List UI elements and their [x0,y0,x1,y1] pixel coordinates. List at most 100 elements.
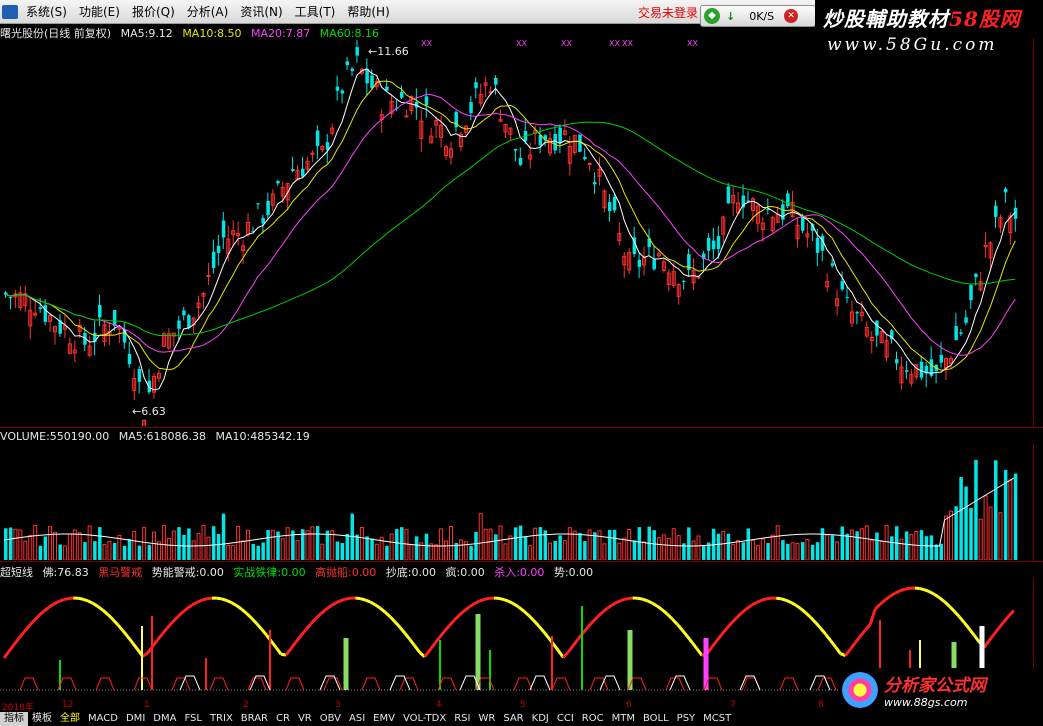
indicator-wave [854,635,862,644]
volume-bar [48,526,53,560]
volume-bar [325,530,330,560]
menu-analysis[interactable]: 分析(A) [181,1,235,23]
tab-brar[interactable]: BRAR [237,712,272,726]
indicator-wave [448,618,456,627]
tab-cr[interactable]: CR [272,712,294,726]
indicator-wave [106,613,114,621]
indicator-wave [542,630,550,639]
candle-body [518,157,523,165]
indicator-wave [814,621,822,630]
tab-mcst[interactable]: MCST [699,712,735,726]
volume-bar [770,534,775,560]
candle-body [830,263,835,266]
candle-body [301,168,305,177]
volume-bar [58,544,62,560]
tab-[interactable]: 全部 [56,712,84,726]
volume-bar [607,529,612,560]
trade-status-text[interactable]: 交易未登录 [638,4,698,21]
volume-bar [1008,479,1013,560]
connection-status-box[interactable]: ◆ ↓ 0K/S ✕ [700,5,816,27]
tab-mtm[interactable]: MTM [608,712,639,726]
volume-bar [444,540,449,560]
trapezoid-mark [361,677,381,691]
candlestick-chart[interactable]: ←11.66←6.63XX XX XX XX XX XX [0,38,1033,426]
indicator-wave [646,599,654,605]
volume-bar [83,542,87,560]
tab-dmi[interactable]: DMI [122,712,149,726]
menu-system[interactable]: 系统(S) [20,1,73,23]
tab-rsi[interactable]: RSI [450,712,474,726]
volume-bar [187,528,191,560]
date-label: 1 [144,700,150,710]
indicator-wave [651,601,659,608]
volume-bar [904,531,909,560]
menu-help[interactable]: 帮助(H) [341,1,395,23]
candle-body [469,102,473,114]
candle-body [711,240,716,250]
signal-marker: XX [516,39,527,48]
indicator-wave [612,600,619,606]
tab-vol-tdx[interactable]: VOL-TDX [399,712,450,726]
volume-readout: VOLUME:550190.00 [0,430,110,443]
tab-vr[interactable]: VR [294,712,316,726]
tab-psy[interactable]: PSY [673,712,700,726]
indicator-wave [281,652,287,657]
indicator-wave [221,597,228,602]
volume-bar [800,542,805,560]
date-label: 6 [626,700,632,710]
volume-bar [449,525,453,560]
candle-body [474,82,478,89]
indicator-wave [720,627,728,636]
volume-bar [13,528,18,560]
tab-asi[interactable]: ASI [345,712,369,726]
candle-body [1003,188,1008,193]
volume-bar [132,531,137,560]
volume-bar [849,529,854,560]
tab-roc[interactable]: ROC [578,712,608,726]
candle-body [845,296,849,298]
volume-bar [696,535,701,560]
indicator-wave [958,615,966,624]
indicator-wave [116,623,124,632]
indicator-wave [438,630,446,639]
tab-dma[interactable]: DMA [149,712,180,726]
close-icon[interactable]: ✕ [784,9,799,23]
tab-sar[interactable]: SAR [499,712,527,726]
tab-trix[interactable]: TRIX [206,712,237,726]
tab-obv[interactable]: OBV [316,712,345,726]
candle-body [38,307,43,310]
candle-body [593,182,597,185]
indicator-wave [695,647,704,657]
volume-bar [562,540,567,560]
volume-bar [389,533,394,560]
volume-bar [988,506,993,560]
indicator-wave [607,603,614,610]
menu-function[interactable]: 功能(E) [73,1,126,23]
tab-fsl[interactable]: FSL [180,712,206,726]
volume-bar [404,528,409,560]
tab-kdj[interactable]: KDJ [528,712,553,726]
tab-[interactable]: 指标 [0,712,28,726]
volume-chart[interactable] [0,444,1033,560]
tab-macd[interactable]: MACD [84,712,122,726]
signal-marker: XX [687,39,698,48]
indicator-wave [586,620,595,628]
volume-bar [869,540,874,560]
tab-[interactable]: 模板 [28,712,56,726]
indicator-wave [483,596,490,601]
tab-boll[interactable]: BOLL [639,712,673,726]
menu-news[interactable]: 资讯(N) [234,1,288,23]
menu-tools[interactable]: 工具(T) [289,1,342,23]
tab-emv[interactable]: EMV [369,712,399,726]
menu-quote[interactable]: 报价(Q) [126,1,181,23]
candle-body [840,281,845,290]
tab-cci[interactable]: CCI [553,712,578,726]
signal-marker: XX [561,39,572,48]
indicator-wave [938,596,946,603]
indicator-wave [676,623,684,631]
indicator-wave [760,597,767,602]
volume-bar [786,543,790,560]
tab-wr[interactable]: WR [474,712,499,726]
watermark-bottom-url: www.88gs.com [884,696,968,709]
candle-body [355,47,359,56]
